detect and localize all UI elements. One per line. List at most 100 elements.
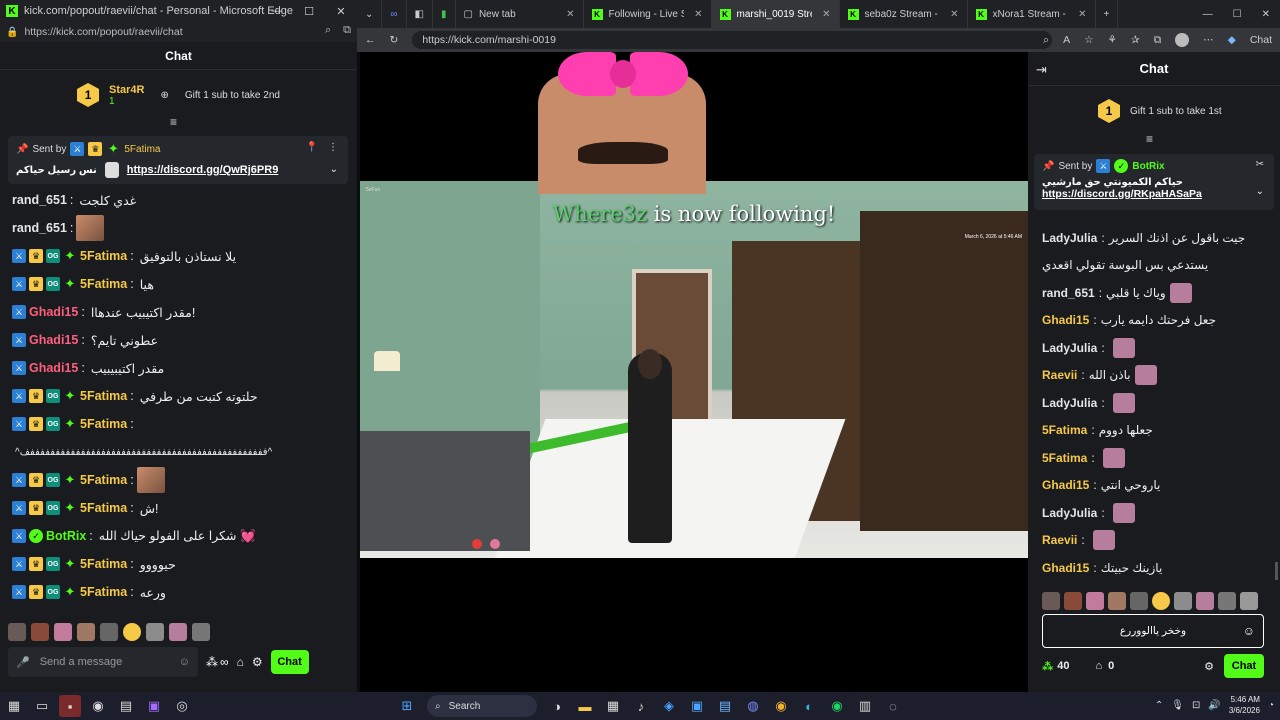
chat-scrollbar[interactable] — [1275, 562, 1278, 580]
file-explorer-icon[interactable]: ▬ — [574, 695, 596, 717]
points-icon[interactable]: ⁂ — [1042, 660, 1053, 673]
collapse-chat-icon[interactable]: ⇥ — [1036, 62, 1047, 78]
chat-username[interactable]: LadyJulia — [1042, 506, 1097, 520]
store-icon[interactable]: ▦ — [602, 695, 624, 717]
refresh-icon[interactable]: ↻ — [390, 34, 399, 46]
notepad-icon[interactable]: ▤ — [714, 695, 736, 717]
close-tab-icon[interactable]: ✕ — [1078, 9, 1086, 20]
browser-tab[interactable]: K Following - Live Streams ✕ — [584, 0, 712, 28]
taskbar-search[interactable]: ⌕ Search — [427, 695, 537, 717]
zoom-icon[interactable]: ⌕ — [325, 24, 331, 37]
network-icon[interactable]: ⊡ — [1192, 700, 1200, 711]
collections-icon[interactable]: ⧉ — [1154, 34, 1162, 47]
microphone-icon[interactable]: 🎙 — [1171, 700, 1184, 711]
close-tab-icon[interactable]: ✕ — [566, 9, 574, 20]
chat-username[interactable]: Ghadi15 — [29, 305, 78, 319]
app-icon[interactable]: ◈ — [658, 695, 680, 717]
zoom-icon[interactable]: ⌕ — [1043, 34, 1049, 47]
emote-icon[interactable] — [1042, 592, 1060, 610]
expand-chevron-icon[interactable]: ⌄ — [330, 164, 338, 175]
new-tab-button[interactable]: + — [1096, 0, 1119, 28]
collapse-icon[interactable]: ≡ — [170, 115, 177, 129]
favorite-icon[interactable]: ☆ — [1084, 34, 1093, 46]
file-explorer-icon[interactable]: ▭ — [31, 695, 53, 717]
copilot-icon[interactable]: ◑ — [546, 695, 568, 717]
chat-username[interactable]: 5Fatima — [80, 473, 127, 487]
emote-icon[interactable] — [54, 623, 72, 641]
emote-icon[interactable] — [1174, 592, 1192, 610]
chat-username[interactable]: 5Fatima — [80, 557, 127, 571]
emote-icon[interactable] — [1064, 592, 1082, 610]
chat-username[interactable]: Ghadi15 — [1042, 478, 1089, 492]
emote-icon[interactable] — [1152, 592, 1170, 610]
workspaces-icon[interactable]: ∞ — [382, 0, 407, 28]
chat-username[interactable]: 5Fatima — [1042, 451, 1087, 465]
browser-tab[interactable]: Kseba0z Stream - Watch L ✕ — [840, 0, 968, 28]
chat-username[interactable]: 5Fatima — [80, 417, 127, 431]
chat-username[interactable]: 5Fatima — [80, 249, 127, 263]
emote-icon[interactable] — [100, 623, 118, 641]
steam-icon[interactable]: ◌ — [882, 695, 904, 717]
chat-username[interactable]: LadyJulia — [1042, 341, 1097, 355]
notifications-icon[interactable]: ◔ — [1268, 700, 1274, 711]
tab-actions-icon[interactable]: ⌄ — [357, 0, 383, 28]
tiktok-icon[interactable]: ♪ — [630, 695, 652, 717]
read-aloud-icon[interactable]: A — [1063, 34, 1070, 46]
unpin-icon[interactable]: ✂ — [1256, 159, 1264, 170]
left-address-bar[interactable]: 🔒 https://kick.com/popout/raevii/chat ⌕ … — [0, 22, 357, 42]
left-message-input[interactable]: 🎤 Send a message ☺ — [8, 647, 198, 677]
profile-avatar[interactable] — [1175, 33, 1190, 47]
volume-icon[interactable]: 🔊 — [1208, 700, 1220, 711]
video-player[interactable]: 5eFun March 6, 2026 at 5:46 AM Where3z i… — [360, 52, 1028, 580]
chat-username[interactable]: rand_651 — [12, 221, 67, 235]
minimize-button[interactable]: — — [261, 0, 293, 22]
chat-username[interactable]: 5Fatima — [80, 389, 127, 403]
chat-username[interactable]: BotRix — [46, 529, 86, 543]
obs-icon[interactable]: ◎ — [171, 695, 193, 717]
points-icon[interactable]: ⁂ — [206, 655, 218, 669]
chat-username[interactable]: 5Fatima — [80, 277, 127, 291]
left-gifter-leaderboard[interactable]: 1 Star4R 1 ⊕ Gift 1 sub to take 2nd — [0, 70, 357, 120]
close-tab-icon[interactable]: ✕ — [950, 9, 958, 20]
chat-username[interactable]: Ghadi15 — [29, 361, 78, 375]
chat-username[interactable]: Raevii — [1042, 533, 1077, 547]
app-icon[interactable]: ▤ — [115, 695, 137, 717]
emote-icon[interactable] — [169, 623, 187, 641]
pinned-tab-icon[interactable]: ▮ — [433, 0, 456, 28]
extensions-icon[interactable]: ⚘ — [1108, 34, 1117, 46]
app-icon[interactable]: ▪ — [59, 695, 81, 717]
spotify-icon[interactable]: ◉ — [826, 695, 848, 717]
gift-cta[interactable]: Gift 1 sub to take 1st — [1130, 106, 1222, 117]
store-icon[interactable]: ⌂ — [1096, 660, 1103, 672]
chat-username[interactable]: 5Fatima — [1042, 423, 1087, 437]
emote-icon[interactable] — [77, 623, 95, 641]
microphone-icon[interactable]: 🎤 — [16, 656, 30, 669]
emote-icon[interactable] — [1130, 592, 1148, 610]
emote-icon[interactable] — [8, 623, 26, 641]
right-chat-send-button[interactable]: Chat — [1224, 654, 1264, 678]
close-tab-icon[interactable]: ✕ — [822, 9, 830, 20]
close-tab-icon[interactable]: ✕ — [694, 9, 702, 20]
emote-icon[interactable] — [1086, 592, 1104, 610]
chat-username[interactable]: Raevii — [1042, 368, 1077, 382]
emoji-icon[interactable]: ☺ — [179, 656, 190, 668]
pinned-link[interactable]: https://discord.gg/RKpaHASaPa — [1042, 188, 1266, 200]
url-field[interactable]: https://kick.com/marshi-0019 — [412, 31, 1053, 49]
edge-icon[interactable]: ◉ — [87, 695, 109, 717]
chat-username[interactable]: Ghadi15 — [29, 333, 78, 347]
chat-username[interactable]: LadyJulia — [1042, 396, 1097, 410]
unpin-icon[interactable]: 📍 — [306, 142, 318, 153]
discord-icon[interactable]: ◍ — [742, 695, 764, 717]
copilot-icon[interactable]: ◆ — [1228, 34, 1236, 46]
chat-username[interactable]: LadyJulia — [1042, 231, 1097, 245]
chat-username[interactable]: 5Fatima — [80, 585, 127, 599]
more-options-icon[interactable]: ⋯ — [1203, 34, 1214, 46]
browser-tab[interactable]: ▢ New tab ✕ — [456, 0, 584, 28]
right-gifter-leaderboard[interactable]: 1 Gift 1 sub to take 1st — [1028, 96, 1280, 126]
emote-icon[interactable] — [1108, 592, 1126, 610]
task-view-icon[interactable]: ▦ — [3, 695, 25, 717]
emote-icon[interactable] — [1196, 592, 1214, 610]
browser-tab[interactable]: KxNora1 Stream - Watch L ✕ — [968, 0, 1096, 28]
maximize-button[interactable]: ☐ — [293, 0, 325, 22]
gift-cta[interactable]: Gift 1 sub to take 2nd — [185, 90, 280, 101]
